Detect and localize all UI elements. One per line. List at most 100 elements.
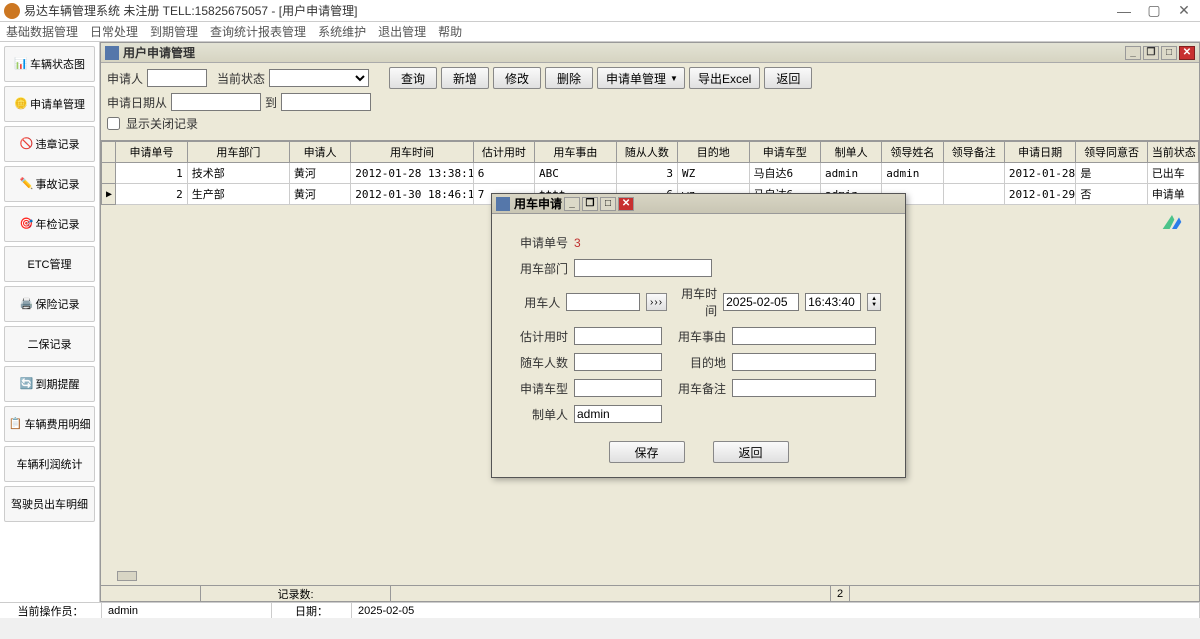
est-input[interactable] xyxy=(574,327,662,345)
sidebar-vehicle-status[interactable]: 📊车辆状态图 xyxy=(4,46,95,82)
col-header[interactable]: 制单人 xyxy=(821,142,882,163)
sidebar-request-manage[interactable]: 🪙申请单管理 xyxy=(4,86,95,122)
grid-footer: 记录数: 2 xyxy=(101,585,1199,601)
mdi-minimize-button[interactable]: _ xyxy=(1125,46,1141,60)
dialog-title-bar[interactable]: 用车申请 _ ❐ □ ✕ xyxy=(492,194,905,214)
dialog-restore-button[interactable]: ❐ xyxy=(582,197,598,211)
applicant-label: 申请人 xyxy=(107,70,143,87)
col-header[interactable]: 当前状态 xyxy=(1147,142,1198,163)
model-input[interactable] xyxy=(574,379,662,397)
date-value: 2025-02-05 xyxy=(352,603,1200,618)
sidebar-inspection[interactable]: 🎯年检记录 xyxy=(4,206,95,242)
reason-input[interactable] xyxy=(732,327,876,345)
col-header[interactable]: 申请车型 xyxy=(749,142,820,163)
col-header[interactable]: 用车时间 xyxy=(351,142,474,163)
dialog-icon xyxy=(496,197,510,211)
menu-item[interactable]: 日常处理 xyxy=(90,23,138,40)
dialog-close-button[interactable]: ✕ xyxy=(618,197,634,211)
delete-button[interactable]: 删除 xyxy=(545,67,593,89)
dialog-back-button[interactable]: 返回 xyxy=(713,441,789,463)
date-to-input[interactable] xyxy=(281,93,371,111)
applicant-input[interactable] xyxy=(147,69,207,87)
dialog-maximize-button[interactable]: □ xyxy=(600,197,616,211)
order-no-value: 3 xyxy=(574,236,581,250)
user-input[interactable] xyxy=(566,293,640,311)
print-icon: 🖨️ xyxy=(20,297,34,311)
pax-input[interactable] xyxy=(574,353,662,371)
time-spinner[interactable]: ▲▼ xyxy=(867,293,881,311)
sidebar-item-label: 二保记录 xyxy=(28,336,72,352)
sidebar-item-label: 车辆费用明细 xyxy=(25,416,91,432)
col-header[interactable]: 申请人 xyxy=(289,142,350,163)
show-closed-checkbox[interactable] xyxy=(107,117,120,130)
mdi-maximize-button[interactable]: □ xyxy=(1161,46,1177,60)
sidebar-expiry[interactable]: 🔄到期提醒 xyxy=(4,366,95,402)
sidebar-driver[interactable]: 驾驶员出车明细 xyxy=(4,486,95,522)
menu-bar: 基础数据管理 日常处理 到期管理 查询统计报表管理 系统维护 退出管理 帮助 xyxy=(0,22,1200,42)
col-header[interactable]: 用车事由 xyxy=(535,142,617,163)
save-button[interactable]: 保存 xyxy=(609,441,685,463)
menu-item[interactable]: 基础数据管理 xyxy=(6,23,78,40)
maker-input[interactable] xyxy=(574,405,662,423)
sidebar-insurance[interactable]: 🖨️保险记录 xyxy=(4,286,95,322)
menu-item[interactable]: 到期管理 xyxy=(150,23,198,40)
scrollbar-thumb[interactable] xyxy=(117,571,137,581)
table-row[interactable]: 1技术部黄河 2012-01-28 13:38:166ABC 3WZ马自达6 a… xyxy=(102,163,1199,184)
sidebar-item-label: 驾驶员出车明细 xyxy=(11,496,88,512)
user-lookup-button[interactable]: ››› xyxy=(646,293,667,311)
sidebar-accident[interactable]: ✏️事故记录 xyxy=(4,166,95,202)
maximize-button[interactable]: ▢ xyxy=(1142,3,1166,19)
menu-item[interactable]: 退出管理 xyxy=(378,23,426,40)
dialog-minimize-button[interactable]: _ xyxy=(564,197,580,211)
remark-input[interactable] xyxy=(732,379,876,397)
date-from-input[interactable] xyxy=(171,93,261,111)
menu-item[interactable]: 系统维护 xyxy=(318,23,366,40)
maker-label: 制单人 xyxy=(516,406,568,423)
back-button[interactable]: 返回 xyxy=(764,67,812,89)
col-header[interactable]: 用车部门 xyxy=(187,142,289,163)
col-header[interactable]: 估计用时 xyxy=(473,142,534,163)
pencil-icon: ✏️ xyxy=(20,177,34,191)
coin-icon: 🪙 xyxy=(14,97,28,111)
mdi-close-button[interactable]: ✕ xyxy=(1179,46,1195,60)
minimize-button[interactable]: — xyxy=(1112,3,1136,19)
assistant-icon[interactable] xyxy=(1158,208,1186,236)
manage-dropdown[interactable]: 申请单管理▼ xyxy=(597,67,685,89)
col-header[interactable]: 领导同意否 xyxy=(1076,142,1147,163)
add-button[interactable]: 新增 xyxy=(441,67,489,89)
col-header[interactable]: 随从人数 xyxy=(616,142,677,163)
dest-label: 目的地 xyxy=(668,354,726,371)
mdi-title-bar: 用户申请管理 _ ❐ □ ✕ xyxy=(101,43,1199,63)
reason-label: 用车事由 xyxy=(668,328,726,345)
menu-item[interactable]: 查询统计报表管理 xyxy=(210,23,306,40)
query-button[interactable]: 查询 xyxy=(389,67,437,89)
dialog-title: 用车申请 xyxy=(514,195,562,212)
export-button[interactable]: 导出Excel xyxy=(689,67,760,89)
sidebar-profit[interactable]: 车辆利润统计 xyxy=(4,446,95,482)
col-header[interactable]: 领导姓名 xyxy=(882,142,943,163)
col-header[interactable]: 目的地 xyxy=(678,142,749,163)
status-select[interactable] xyxy=(269,69,369,87)
sidebar-item-label: 到期提醒 xyxy=(36,376,80,392)
sidebar-maintain[interactable]: 二保记录 xyxy=(4,326,95,362)
time-input[interactable] xyxy=(805,293,861,311)
date-input[interactable] xyxy=(723,293,799,311)
status-label: 当前状态 xyxy=(217,70,265,87)
sidebar-etc[interactable]: ETC管理 xyxy=(4,246,95,282)
sidebar-expense[interactable]: 📋车辆费用明细 xyxy=(4,406,95,442)
dept-input[interactable] xyxy=(574,259,712,277)
col-header[interactable]: 领导备注 xyxy=(943,142,1004,163)
window-icon xyxy=(105,46,119,60)
violation-icon: 🚫 xyxy=(20,137,34,151)
menu-item[interactable]: 帮助 xyxy=(438,23,462,40)
edit-button[interactable]: 修改 xyxy=(493,67,541,89)
mdi-restore-button[interactable]: ❐ xyxy=(1143,46,1159,60)
col-header[interactable]: 申请日期 xyxy=(1004,142,1075,163)
sidebar-item-label: 年检记录 xyxy=(36,216,80,232)
dest-input[interactable] xyxy=(732,353,876,371)
sidebar-violation[interactable]: 🚫违章记录 xyxy=(4,126,95,162)
col-header[interactable]: 申请单号 xyxy=(116,142,187,163)
date-label: 日期： xyxy=(272,603,352,618)
close-button[interactable]: ✕ xyxy=(1172,3,1196,19)
show-closed-label: 显示关闭记录 xyxy=(126,115,198,132)
